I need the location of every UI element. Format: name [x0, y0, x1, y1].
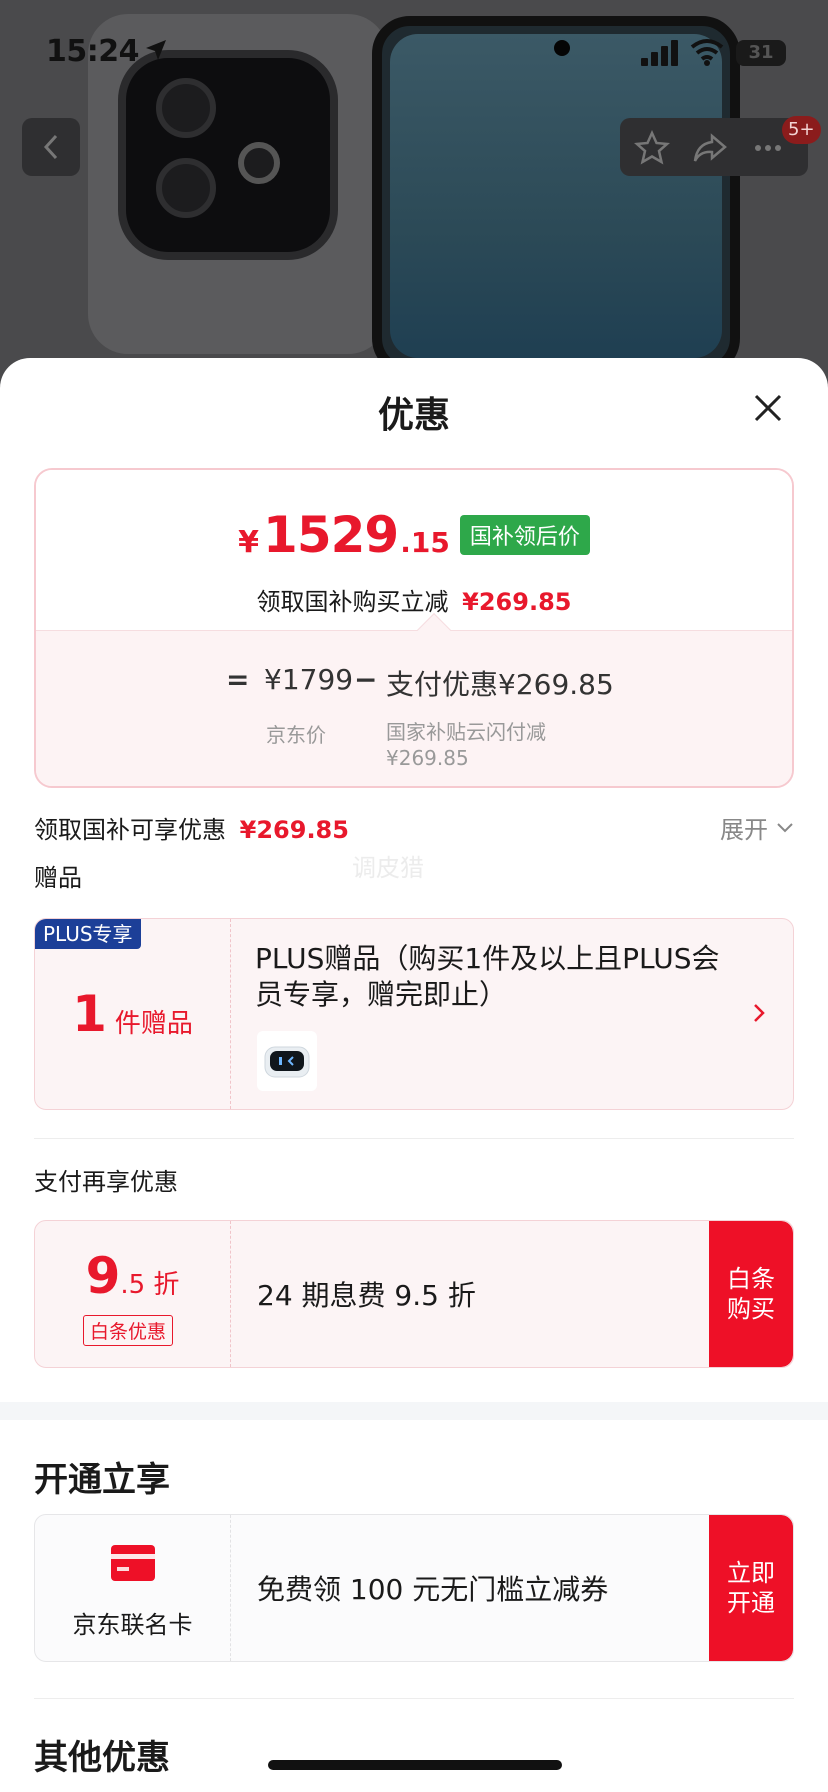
expand-button[interactable]: 展开	[720, 810, 794, 845]
installment-description: 24 期息费 9.5 折	[257, 1279, 476, 1312]
subsidy-label: 国家补贴云闪付减 ¥269.85	[386, 720, 546, 770]
signal-icon	[641, 40, 678, 66]
jd-card-offer: 京东联名卡 免费领 100 元无门槛立减券 立即 开通	[34, 1514, 794, 1662]
share-icon[interactable]	[692, 130, 728, 166]
home-indicator	[268, 1760, 562, 1770]
discount-sheet: 优惠 ¥ 1529 .15 国补领后价 领取国补购买立减 ¥269.85 = ¥…	[0, 358, 828, 1792]
final-price: ¥ 1529 .15 国补领后价	[36, 506, 792, 564]
open-benefit-heading: 开通立享	[34, 1460, 170, 1500]
status-time: 15:24	[46, 34, 140, 69]
jd-card-name: 京东联名卡	[72, 1611, 193, 1639]
baitiao-card: 9.5 折 白条优惠 24 期息费 9.5 折 白条 购买	[34, 1220, 794, 1368]
back-button[interactable]	[22, 118, 80, 176]
gifts-label: 赠品	[34, 864, 82, 892]
section-separator	[0, 1402, 828, 1420]
close-icon[interactable]	[748, 388, 788, 428]
gift-description: PLUS赠品（购买1件及以上且PLUS会员专享，赠完即止）	[255, 942, 720, 1011]
sheet-title: 优惠	[377, 395, 450, 436]
chevron-down-icon	[777, 822, 793, 832]
notification-badge: 5+	[782, 116, 821, 144]
battery-indicator: 31	[736, 40, 786, 66]
open-now-button[interactable]: 立即 开通	[709, 1515, 793, 1661]
divider	[34, 1698, 794, 1699]
nav-action-group	[620, 118, 808, 176]
baitiao-discount: 9.5 折 白条优惠	[35, 1221, 231, 1367]
camera-module-image	[118, 50, 338, 260]
price-card: ¥ 1529 .15 国补领后价 领取国补购买立减 ¥269.85 = ¥179…	[34, 468, 794, 788]
price-integer: 1529	[263, 506, 399, 564]
subsidy-row: 领取国补可享优惠 ¥269.85 展开	[34, 810, 794, 845]
pay-discount: 支付优惠¥269.85	[386, 668, 614, 701]
subsidy-price-tag: 国补领后价	[459, 515, 590, 555]
credit-card-icon	[111, 1545, 155, 1581]
subsidy-reduction-text: 领取国补购买立减 ¥269.85	[256, 588, 572, 616]
more-icon[interactable]	[750, 130, 786, 166]
coupon-description: 免费领 100 元无门槛立减券	[257, 1573, 609, 1606]
gift-thumbnail	[257, 1031, 317, 1091]
other-discount-heading: 其他优惠	[34, 1738, 170, 1778]
star-icon[interactable]	[634, 130, 670, 166]
status-bar: 15:24 31	[0, 30, 828, 74]
plus-exclusive-tag: PLUS专享	[35, 919, 141, 949]
jd-price-label: 京东价	[266, 723, 326, 747]
baitiao-badge: 白条优惠	[83, 1315, 174, 1346]
jd-price: ¥1799	[264, 663, 354, 696]
price-decimal: .15	[400, 526, 450, 559]
chevron-left-icon	[43, 134, 58, 160]
chevron-right-icon	[754, 1004, 765, 1022]
wifi-icon	[690, 39, 724, 66]
baitiao-buy-button[interactable]: 白条 购买	[709, 1221, 793, 1367]
pay-discount-label: 支付再享优惠	[34, 1168, 178, 1196]
divider	[34, 1138, 794, 1139]
watermark-text: 调皮猎	[352, 854, 424, 882]
location-arrow-icon	[146, 40, 166, 60]
gift-card[interactable]: 1 件赠品 PLUS专享 PLUS赠品（购买1件及以上且PLUS会员专享，赠完即…	[34, 918, 794, 1110]
